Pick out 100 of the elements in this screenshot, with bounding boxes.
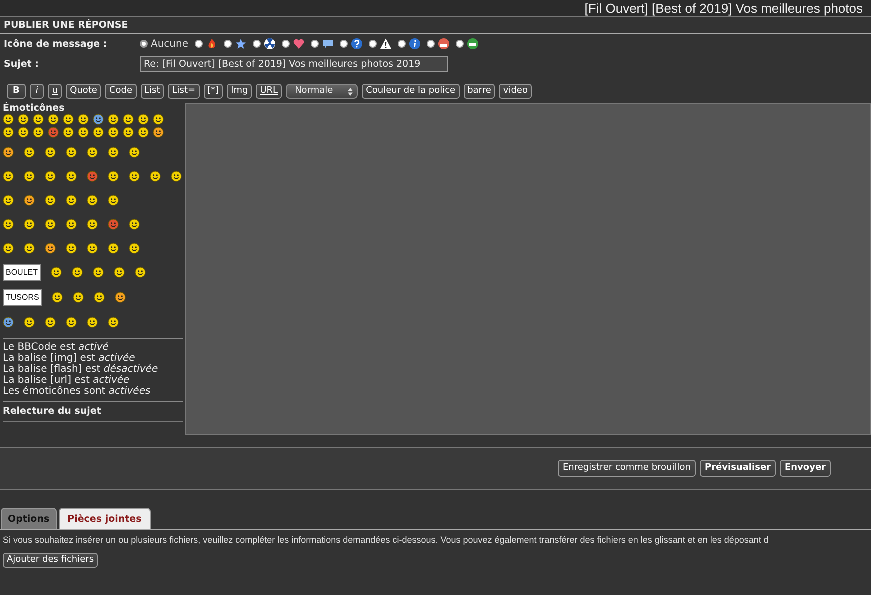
radio-button[interactable] bbox=[340, 40, 348, 48]
smiley-icon[interactable] bbox=[93, 127, 104, 138]
radio-button[interactable] bbox=[224, 40, 232, 48]
smiley-icon[interactable] bbox=[129, 146, 140, 158]
smiley-icon[interactable] bbox=[66, 194, 77, 206]
radio-button[interactable] bbox=[140, 40, 148, 48]
font-size-select[interactable]: Normale bbox=[286, 84, 358, 99]
smiley-icon[interactable] bbox=[135, 267, 146, 278]
smiley-icon[interactable] bbox=[78, 114, 89, 125]
smiley-icon[interactable] bbox=[3, 146, 14, 158]
smiley-icon[interactable] bbox=[87, 242, 98, 254]
radio-button[interactable] bbox=[368, 40, 377, 48]
format-button[interactable]: Code bbox=[105, 84, 137, 99]
smiley-icon[interactable] bbox=[129, 218, 140, 230]
smiley-icon[interactable] bbox=[24, 170, 35, 182]
smiley-icon[interactable] bbox=[115, 292, 126, 303]
smiley-icon[interactable] bbox=[33, 127, 44, 138]
smiley-icon[interactable] bbox=[66, 242, 77, 254]
smiley-icon[interactable] bbox=[108, 114, 119, 125]
smiley-icon[interactable] bbox=[63, 127, 74, 138]
smiley-icon[interactable] bbox=[3, 316, 14, 328]
smiley-icon[interactable] bbox=[87, 316, 98, 328]
format-button[interactable]: URL bbox=[256, 84, 282, 99]
smiley-icon[interactable] bbox=[108, 242, 119, 254]
radio-button[interactable] bbox=[194, 40, 203, 48]
smiley-icon[interactable] bbox=[45, 194, 56, 206]
smiley-icon[interactable] bbox=[150, 170, 161, 182]
smiley-icon[interactable] bbox=[24, 194, 35, 206]
smiley-icon[interactable] bbox=[66, 146, 77, 158]
smiley-icon[interactable] bbox=[66, 316, 77, 328]
smiley-icon[interactable] bbox=[129, 242, 140, 254]
tab[interactable]: Options bbox=[1, 508, 57, 529]
smiley-icon[interactable] bbox=[52, 292, 64, 303]
action-button[interactable]: Prévisualiser bbox=[700, 460, 776, 477]
format-button[interactable]: List= bbox=[168, 84, 200, 99]
smiley-icon[interactable] bbox=[45, 146, 56, 158]
smiley-icon[interactable] bbox=[3, 170, 14, 182]
smiley-icon[interactable] bbox=[66, 170, 77, 182]
smiley-icon[interactable] bbox=[93, 114, 104, 125]
format-button[interactable]: i bbox=[30, 84, 44, 99]
smiley-icon[interactable] bbox=[108, 316, 119, 328]
smiley-icon[interactable] bbox=[153, 114, 164, 125]
smiley-icon[interactable] bbox=[3, 242, 14, 254]
smiley-icon[interactable] bbox=[45, 170, 56, 182]
smiley-icon[interactable] bbox=[24, 146, 35, 158]
smiley-icon[interactable] bbox=[108, 170, 119, 182]
smiley-icon[interactable] bbox=[138, 114, 149, 125]
action-button[interactable]: Enregistrer comme brouillon bbox=[558, 460, 696, 477]
radio-button[interactable] bbox=[310, 40, 319, 48]
smiley-icon[interactable] bbox=[72, 267, 84, 278]
add-files-button[interactable]: Ajouter des fichiers bbox=[3, 553, 98, 568]
format-button[interactable]: video bbox=[499, 84, 532, 99]
emoticon-sign[interactable]: BOULET bbox=[3, 264, 42, 281]
smiley-icon[interactable] bbox=[78, 127, 89, 138]
format-button[interactable]: u bbox=[48, 84, 62, 99]
tab[interactable]: Pièces jointes bbox=[58, 508, 151, 529]
smiley-icon[interactable] bbox=[94, 292, 106, 303]
smiley-icon[interactable] bbox=[123, 127, 134, 138]
smiley-icon[interactable] bbox=[93, 267, 104, 278]
smiley-icon[interactable] bbox=[48, 114, 59, 125]
smiley-icon[interactable] bbox=[66, 218, 77, 230]
radio-button[interactable] bbox=[456, 40, 464, 48]
smiley-icon[interactable] bbox=[45, 242, 56, 254]
smiley-icon[interactable] bbox=[3, 218, 14, 230]
smiley-icon[interactable] bbox=[51, 267, 62, 278]
smiley-icon[interactable] bbox=[24, 218, 35, 230]
smiley-icon[interactable] bbox=[108, 194, 119, 206]
format-button[interactable]: [*] bbox=[204, 84, 224, 99]
format-button[interactable]: Quote bbox=[66, 84, 102, 99]
smiley-icon[interactable] bbox=[3, 194, 14, 206]
smiley-icon[interactable] bbox=[108, 146, 119, 158]
smiley-icon[interactable] bbox=[153, 127, 164, 138]
smiley-icon[interactable] bbox=[3, 127, 14, 138]
review-link[interactable]: Relecture du sujet bbox=[3, 402, 183, 422]
radio-button[interactable] bbox=[282, 40, 290, 48]
smiley-icon[interactable] bbox=[129, 170, 140, 182]
smiley-icon[interactable] bbox=[3, 114, 14, 125]
format-button[interactable]: Couleur de la police bbox=[362, 84, 460, 99]
smiley-icon[interactable] bbox=[45, 218, 56, 230]
radio-button[interactable] bbox=[398, 40, 406, 48]
subject-field[interactable]: Re: [Fil Ouvert] [Best of 2019] Vos meilleures photos 2019 bbox=[140, 56, 448, 72]
format-button[interactable]: barre bbox=[464, 84, 496, 99]
format-button[interactable]: List bbox=[140, 84, 164, 99]
smiley-icon[interactable] bbox=[18, 127, 29, 138]
smiley-icon[interactable] bbox=[87, 194, 98, 206]
smiley-icon[interactable] bbox=[24, 242, 35, 254]
smiley-icon[interactable] bbox=[171, 170, 182, 182]
format-button[interactable]: B bbox=[7, 84, 26, 99]
smiley-icon[interactable] bbox=[45, 316, 56, 328]
smiley-icon[interactable] bbox=[24, 316, 35, 328]
smiley-icon[interactable] bbox=[87, 218, 98, 230]
smiley-icon[interactable] bbox=[87, 146, 98, 158]
smiley-icon[interactable] bbox=[63, 114, 74, 125]
smiley-icon[interactable] bbox=[138, 127, 149, 138]
format-button[interactable]: Img bbox=[227, 84, 252, 99]
emoticon-sign[interactable]: TUSORS bbox=[3, 289, 42, 306]
smiley-icon[interactable] bbox=[18, 114, 29, 125]
smiley-icon[interactable] bbox=[114, 267, 126, 278]
smiley-icon[interactable] bbox=[123, 114, 134, 125]
smiley-icon[interactable] bbox=[33, 114, 44, 125]
